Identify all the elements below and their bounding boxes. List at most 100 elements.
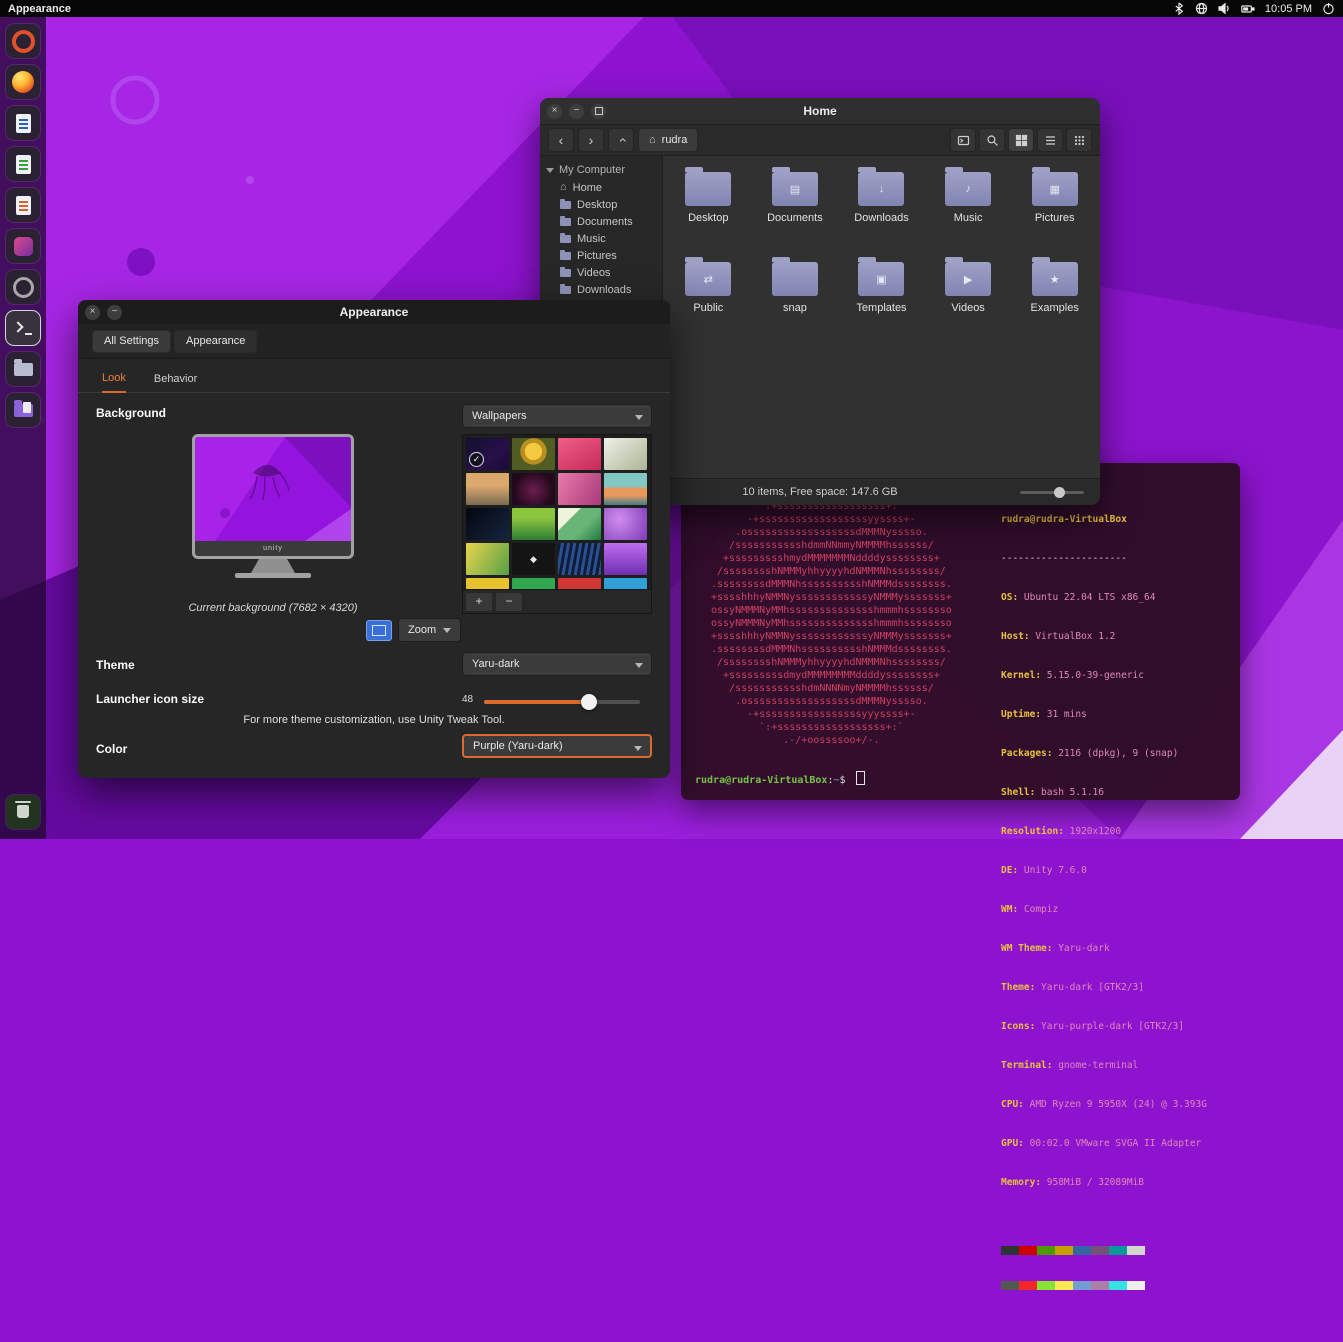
dock-item-libreoffice-writer[interactable]	[6, 106, 40, 140]
files-toolbar: ‹ › › ⌂ rudra	[540, 125, 1100, 156]
launcher-icon-size-slider[interactable]	[484, 700, 640, 704]
home-icon: ⌂	[649, 134, 656, 146]
wallpaper-thumbnail[interactable]	[512, 438, 555, 470]
wallpaper-thumbnail[interactable]	[558, 473, 601, 505]
open-terminal-icon[interactable]	[950, 128, 976, 152]
monitor-screen	[195, 437, 351, 541]
dock-item-libreoffice-calc[interactable]	[6, 147, 40, 181]
sidebar-item-music[interactable]: Music	[540, 230, 662, 247]
bluetooth-icon[interactable]	[1173, 2, 1185, 15]
grid-view-icon[interactable]	[1008, 128, 1034, 152]
sidebar-item-downloads[interactable]: Downloads	[540, 281, 662, 298]
breadcrumb[interactable]: ⌂ rudra	[638, 128, 698, 152]
forward-button[interactable]: ›	[578, 128, 604, 152]
wallpapers-dropdown[interactable]: Wallpapers	[462, 404, 652, 428]
dock-item-ubuntu-settings[interactable]	[6, 24, 40, 58]
dock-item-files[interactable]	[6, 352, 40, 386]
wallpaper-thumbnail[interactable]	[512, 473, 555, 505]
folder-pictures[interactable]: ▦Pictures	[1011, 164, 1098, 254]
info-row: Theme: Yaru-dark [GTK2/3]	[1001, 981, 1207, 994]
sidebar-item-home[interactable]: ⌂Home	[540, 179, 662, 196]
wallpaper-thumbnail[interactable]	[466, 473, 509, 505]
terminal-window[interactable]: .-/+oossssoo+/-. `:+ssssssssssssssssss+:…	[681, 463, 1240, 800]
zoom-slider[interactable]	[1020, 491, 1084, 494]
terminal-prompt[interactable]: rudra@rudra-VirtualBox:~$	[695, 771, 865, 786]
wallpaper-thumbnail[interactable]	[558, 438, 601, 470]
folder-icon	[560, 235, 571, 243]
sidebar-item-documents[interactable]: Documents	[540, 213, 662, 230]
image-picker-button[interactable]	[366, 620, 392, 641]
wallpaper-thumbnail-selected[interactable]: ✓	[466, 438, 509, 470]
info-row: Packages: 2116 (dpkg), 9 (snap)	[1001, 747, 1207, 760]
folder-templates[interactable]: ▣Templates	[838, 254, 925, 344]
folder-icon	[685, 172, 731, 206]
clock[interactable]: 10:05 PM	[1265, 3, 1312, 15]
theme-dropdown[interactable]: Yaru-dark	[462, 652, 652, 676]
tab-look[interactable]: Look	[102, 372, 126, 393]
dock-item-terminal[interactable]	[6, 311, 40, 345]
wallpaper-thumbnail[interactable]	[558, 578, 601, 590]
wallpaper-thumbnail[interactable]	[604, 578, 647, 590]
chevron-down-icon	[635, 415, 643, 420]
folder-public[interactable]: ⇄Public	[665, 254, 752, 344]
info-row: CPU: AMD Ryzen 9 5950X (24) @ 3.393G	[1001, 1098, 1207, 1111]
remove-wallpaper-button[interactable]: −	[495, 592, 523, 612]
dock-item-file-manager[interactable]	[6, 393, 40, 427]
color-dropdown[interactable]: Purple (Yaru-dark)	[462, 734, 652, 758]
sidebar-item-videos[interactable]: Videos	[540, 264, 662, 281]
add-wallpaper-button[interactable]: +	[465, 592, 493, 612]
folder-examples[interactable]: ★Examples	[1011, 254, 1098, 344]
wallpaper-thumbnail[interactable]	[466, 578, 509, 590]
dock-item-firefox[interactable]	[6, 65, 40, 99]
active-app-name[interactable]: Appearance	[8, 3, 71, 15]
sidebar-root[interactable]: My Computer	[540, 161, 662, 179]
zoom-dropdown[interactable]: Zoom	[398, 618, 461, 642]
search-icon[interactable]	[979, 128, 1005, 152]
dock-item-app-center[interactable]	[6, 229, 40, 263]
up-button[interactable]: ›	[608, 128, 634, 152]
folder-music[interactable]: ♪Music	[925, 164, 1012, 254]
battery-icon[interactable]	[1241, 3, 1255, 15]
power-icon[interactable]	[1322, 2, 1335, 15]
wallpaper-thumbnail[interactable]	[604, 543, 647, 575]
wallpaper-thumbnail[interactable]	[604, 438, 647, 470]
wallpaper-preview	[195, 437, 351, 541]
network-globe-icon[interactable]	[1195, 2, 1208, 15]
folder-downloads[interactable]: ↓Downloads	[838, 164, 925, 254]
wallpaper-thumbnail[interactable]	[512, 578, 555, 590]
tab-behavior[interactable]: Behavior	[154, 373, 197, 392]
wallpaper-thumbnail[interactable]	[558, 508, 601, 540]
zoom-slider-knob[interactable]	[1054, 487, 1065, 498]
files-titlebar[interactable]: × − Home	[540, 98, 1100, 125]
wallpaper-list-toolbar: + −	[462, 590, 652, 614]
appearance-button[interactable]: Appearance	[174, 330, 257, 353]
wallpaper-thumbnail[interactable]	[604, 473, 647, 505]
palette-swatch	[1127, 1281, 1145, 1290]
sidebar-item-pictures[interactable]: Pictures	[540, 247, 662, 264]
folder-videos[interactable]: ▶Videos	[925, 254, 1012, 344]
list-view-icon[interactable]	[1037, 128, 1063, 152]
purple-folder-icon	[14, 404, 33, 417]
wallpaper-thumbnail[interactable]: ◆	[512, 543, 555, 575]
sidebar-item-desktop[interactable]: Desktop	[540, 196, 662, 213]
folder-snap[interactable]: snap	[752, 254, 839, 344]
wallpaper-thumbnail[interactable]	[512, 508, 555, 540]
wallpaper-thumbnail[interactable]	[558, 543, 601, 575]
slider-knob[interactable]	[581, 694, 597, 710]
menu-grid-icon[interactable]	[1066, 128, 1092, 152]
info-row: Icons: Yaru-purple-dark [GTK2/3]	[1001, 1020, 1207, 1033]
folder-documents[interactable]: ▤Documents	[752, 164, 839, 254]
wallpaper-thumbnail[interactable]	[604, 508, 647, 540]
appearance-titlebar[interactable]: × − Appearance	[78, 300, 670, 325]
back-button[interactable]: ‹	[548, 128, 574, 152]
dock-item-libreoffice-impress[interactable]	[6, 188, 40, 222]
files-grid: Desktop ▤Documents ↓Downloads ♪Music ▦Pi…	[663, 156, 1100, 478]
wallpaper-thumbnail[interactable]	[466, 543, 509, 575]
folder-desktop[interactable]: Desktop	[665, 164, 752, 254]
dock-item-settings[interactable]	[6, 270, 40, 304]
all-settings-button[interactable]: All Settings	[92, 330, 171, 353]
dock-item-trash[interactable]	[6, 795, 40, 829]
volume-icon[interactable]	[1218, 2, 1231, 15]
wallpaper-thumbnail[interactable]	[466, 508, 509, 540]
folder-icon: ⇄	[685, 262, 731, 296]
